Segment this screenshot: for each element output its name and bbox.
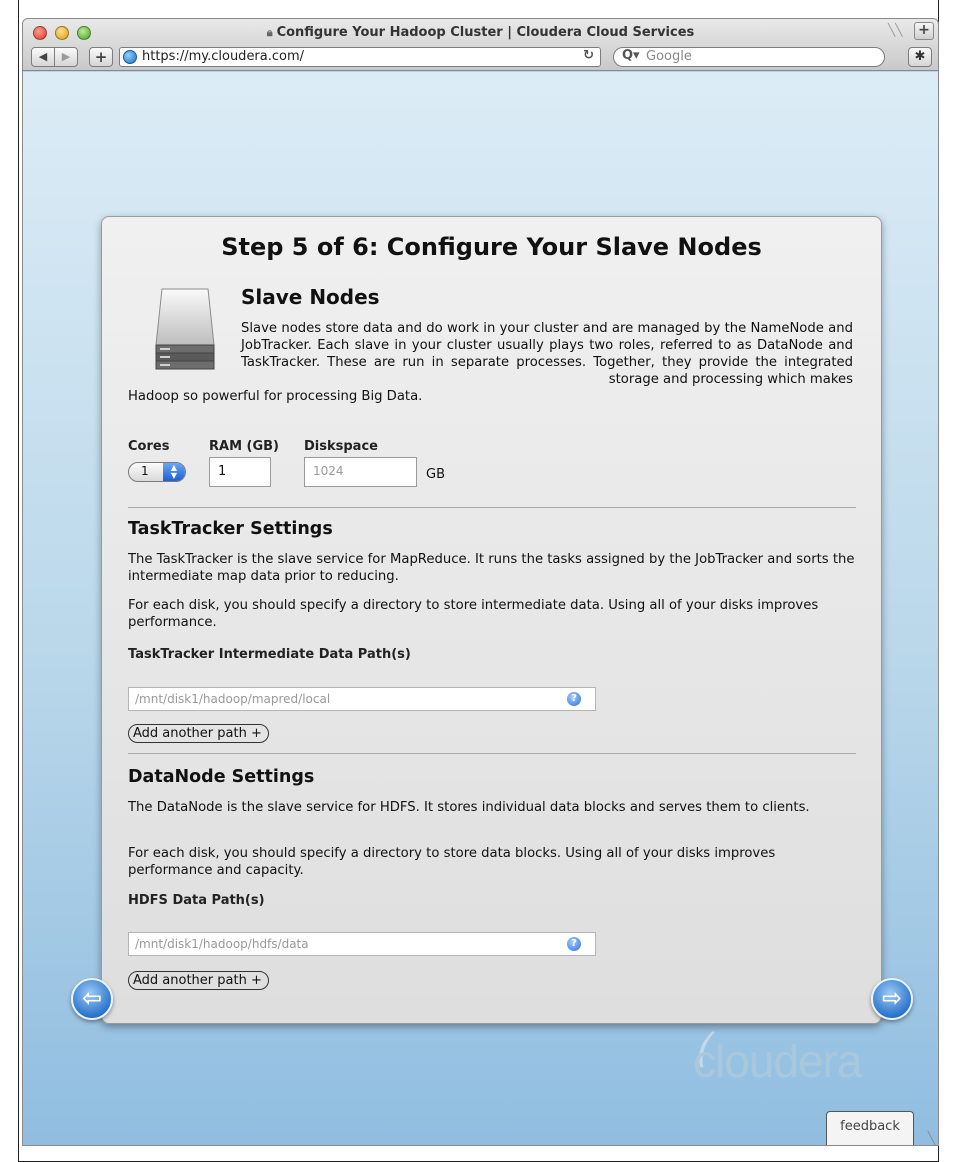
bug-icon[interactable]: ✱ xyxy=(908,47,932,67)
ram-input[interactable]: 1 xyxy=(209,457,271,487)
add-bookmark-button[interactable]: + xyxy=(89,47,113,67)
cores-value: 1 xyxy=(141,464,149,478)
tasktracker-description: The TaskTracker is the slave service for… xyxy=(128,552,855,584)
ram-label: RAM (GB) xyxy=(209,439,279,454)
window-title-text: Configure Your Hadoop Cluster | Cloudera… xyxy=(276,25,695,40)
search-field[interactable]: Q▾ Google xyxy=(613,47,885,67)
datanode-heading: DataNode Settings xyxy=(128,767,315,787)
add-tasktracker-path-button[interactable]: Add another path + xyxy=(128,724,269,743)
help-icon[interactable]: ? xyxy=(567,937,581,951)
hdfs-path-input[interactable]: /mnt/disk1/hadoop/hdfs/data ? xyxy=(128,932,596,956)
forward-button[interactable]: ▶ xyxy=(54,47,78,67)
hdfs-path-placeholder: /mnt/disk1/hadoop/hdfs/data xyxy=(135,937,309,951)
frame-line-left xyxy=(18,0,19,1162)
wizard-panel: Step 5 of 6: Configure Your Slave Nodes … xyxy=(101,216,882,1024)
diskspace-unit: GB xyxy=(426,467,445,482)
diskspace-input[interactable]: 1024 xyxy=(304,457,417,487)
hdfs-path-label: HDFS Data Path(s) xyxy=(128,893,265,908)
tab-resize-icon: ╲╲ xyxy=(888,23,903,37)
search-icon: Q▾ xyxy=(622,48,640,63)
help-icon[interactable]: ? xyxy=(567,692,581,706)
datanode-disk-note: For each disk, you should specify a dire… xyxy=(128,846,776,878)
globe-icon xyxy=(123,50,137,64)
add-hdfs-path-button[interactable]: Add another path + xyxy=(128,971,269,990)
window-title: 🔒︎ Configure Your Hadoop Cluster | Cloude… xyxy=(23,25,938,40)
tasktracker-disk-note: For each disk, you should specify a dire… xyxy=(128,598,819,630)
divider xyxy=(128,507,856,508)
next-arrow-icon[interactable]: ⇨ xyxy=(871,978,913,1020)
tasktracker-path-placeholder: /mnt/disk1/hadoop/mapred/local xyxy=(135,692,331,706)
cores-select[interactable]: 1 ▲ ▼ xyxy=(128,462,186,482)
datanode-description: The DataNode is the slave service for HD… xyxy=(128,800,810,815)
slave-nodes-heading: Slave Nodes xyxy=(241,285,380,309)
back-button[interactable]: ◀ xyxy=(31,47,55,67)
diskspace-label: Diskspace xyxy=(304,439,378,454)
tasktracker-heading: TaskTracker Settings xyxy=(128,519,333,539)
slave-nodes-description: Slave nodes store data and do work in yo… xyxy=(241,321,853,387)
select-arrows-icon: ▲ ▼ xyxy=(163,463,185,481)
divider xyxy=(128,753,856,754)
title-bar: 🔒︎ Configure Your Hadoop Cluster | Cloude… xyxy=(23,19,938,71)
browser-window: 🔒︎ Configure Your Hadoop Cluster | Cloude… xyxy=(22,18,939,1146)
page-content: Step 5 of 6: Configure Your Slave Nodes … xyxy=(23,72,938,1145)
step-title: Step 5 of 6: Configure Your Slave Nodes xyxy=(221,233,762,261)
feedback-button[interactable]: feedback xyxy=(826,1111,914,1145)
tasktracker-path-input[interactable]: /mnt/disk1/hadoop/mapred/local ? xyxy=(128,687,596,711)
back-arrow-icon[interactable]: ⇦ xyxy=(71,978,113,1020)
slave-nodes-description-tail: Hadoop so powerful for processing Big Da… xyxy=(128,389,423,404)
resize-grip-icon[interactable]: ╲ xyxy=(928,1131,935,1145)
cores-label: Cores xyxy=(128,439,170,454)
search-placeholder: Google xyxy=(646,49,692,64)
cloudera-logo: cloudera xyxy=(693,1035,862,1087)
lock-icon: 🔒︎ xyxy=(266,26,273,39)
hard-drive-icon xyxy=(155,288,215,370)
new-tab-button[interactable]: + xyxy=(914,22,934,40)
url-text: https://my.cloudera.com/ xyxy=(142,49,305,64)
reload-icon[interactable]: ↻ xyxy=(583,48,594,63)
address-bar[interactable]: https://my.cloudera.com/ ↻ xyxy=(119,47,601,67)
tasktracker-path-label: TaskTracker Intermediate Data Path(s) xyxy=(128,647,411,662)
